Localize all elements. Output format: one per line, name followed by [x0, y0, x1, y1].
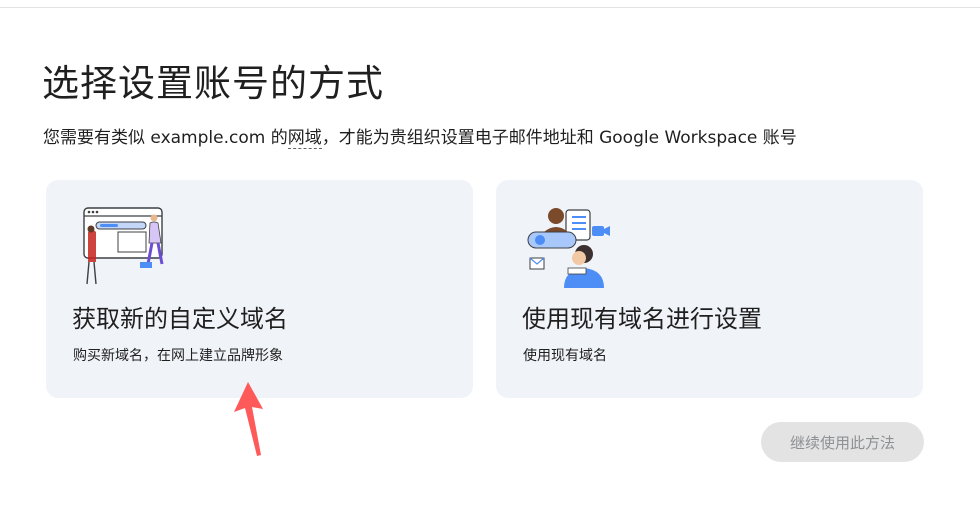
option-title: 使用现有域名进行设置 — [522, 305, 762, 333]
option-description: 使用现有域名 — [523, 348, 607, 364]
subtitle-suffix: ，才能为贵组织设置电子邮件地址和 Google Workspace 账号 — [321, 128, 797, 148]
option-card-new-domain[interactable]: 获取新的自定义域名 购买新域名，在网上建立品牌形象 — [46, 180, 473, 398]
domain-term-link[interactable]: 网域 — [287, 128, 322, 149]
page-title: 选择设置账号的方式 — [42, 62, 384, 105]
continue-button[interactable]: 继续使用此方法 — [761, 422, 924, 462]
option-title: 获取新的自定义域名 — [72, 305, 288, 333]
top-divider — [0, 7, 980, 8]
browser-domain-illustration — [83, 207, 164, 285]
option-description: 购买新域名，在网上建立品牌形象 — [73, 348, 283, 364]
people-communication-illustration — [527, 208, 610, 288]
page-subtitle: 您需要有类似 example.com 的网域，才能为贵组织设置电子邮件地址和 G… — [43, 126, 797, 150]
subtitle-prefix: 您需要有类似 example.com 的 — [43, 128, 288, 148]
option-card-existing-domain[interactable]: 使用现有域名进行设置 使用现有域名 — [496, 180, 923, 398]
annotation-arrow-icon — [234, 382, 263, 456]
